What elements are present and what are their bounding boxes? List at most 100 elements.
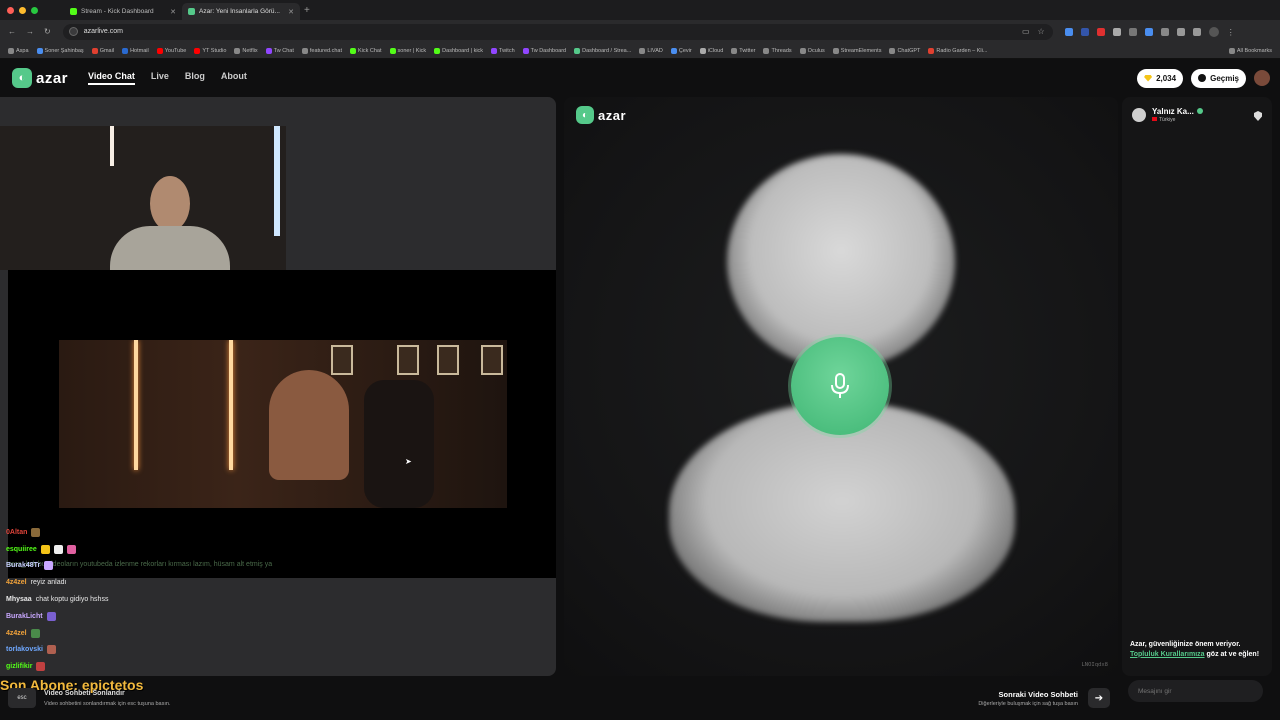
bookmark-item[interactable]: Twitter <box>731 47 755 54</box>
address-bar[interactable]: azarlive.com ▭ ☆ <box>62 23 1053 40</box>
logo-text: azar <box>36 69 69 87</box>
extension-icon[interactable] <box>1128 27 1137 36</box>
nav-about[interactable]: About <box>221 71 247 85</box>
extension-icon[interactable] <box>1080 27 1089 36</box>
close-window-icon[interactable] <box>7 6 14 14</box>
esc-key-button[interactable]: esc <box>8 688 36 708</box>
video-frame: ➤ <box>59 340 507 508</box>
kick-icon <box>70 8 77 15</box>
bookmark-item[interactable]: Dashboard | kick <box>434 47 483 54</box>
avatar-placeholder-body <box>669 402 1015 622</box>
url-text: azarlive.com <box>83 28 123 35</box>
peer-name: Yalnız Ka... <box>1152 107 1194 116</box>
bookmark-item[interactable]: LIVAD <box>639 47 663 54</box>
puzzle-icon[interactable] <box>1192 27 1201 36</box>
bookmark-star-icon[interactable]: ☆ <box>1038 27 1045 36</box>
close-tab-icon[interactable]: ✕ <box>288 8 294 16</box>
browser-toolbar: ← → ↻ azarlive.com ▭ ☆ ⋮ <box>0 20 1280 43</box>
reload-icon[interactable]: ↻ <box>44 27 51 36</box>
bookmark-item[interactable]: iCloud <box>699 47 723 54</box>
emote-icon <box>46 611 56 621</box>
back-icon[interactable]: ← <box>8 27 16 36</box>
close-tab-icon[interactable]: ✕ <box>170 8 176 16</box>
gems-button[interactable]: 2,034 <box>1137 68 1184 88</box>
window-controls[interactable] <box>7 6 38 14</box>
tab-title: Stream - Kick Dashboard <box>81 8 154 15</box>
bookmarks-bar: Aspa Soner Şahinbaş Gmail Hotmail YouTub… <box>0 43 1280 59</box>
extension-icon[interactable] <box>1160 27 1169 36</box>
bookmark-item[interactable]: Radio Garden – Kli... <box>928 47 987 54</box>
bookmark-item[interactable]: Soner Şahinbaş <box>36 47 84 54</box>
nav-blog[interactable]: Blog <box>185 71 205 85</box>
minimize-window-icon[interactable] <box>19 6 26 14</box>
bookmark-item[interactable]: soner | Kick <box>389 47 426 54</box>
bookmark-item[interactable]: Tw Chat <box>265 47 294 54</box>
bookmark-item[interactable]: Kick Chat <box>349 47 382 54</box>
emote-icon <box>36 662 46 672</box>
bookmark-item[interactable]: Hotmail <box>122 47 149 54</box>
maximize-window-icon[interactable] <box>31 6 38 14</box>
tab-title: Azar: Yeni İnsanlarla Görü... <box>199 8 280 15</box>
profile-avatar[interactable] <box>1208 26 1219 37</box>
chat-sidebar: Yalnız Ka... Türkiye Azar, güvenliğinize… <box>1122 97 1272 676</box>
end-chat-hint: Video sohbetini sonlandırmak için esc tu… <box>44 701 171 707</box>
nav-video-chat[interactable]: Video Chat <box>88 71 135 85</box>
translate-icon[interactable] <box>1144 27 1153 36</box>
tab-kick-dashboard[interactable]: Stream - Kick Dashboard ✕ <box>64 3 182 20</box>
arrow-right-icon: ➔ <box>1094 692 1104 704</box>
bookmark-item[interactable]: Tw Dashboard <box>522 47 566 54</box>
microphone-button[interactable] <box>791 337 889 435</box>
emote-icon <box>53 544 63 554</box>
bookmark-item[interactable]: Dashboard / Strea... <box>574 47 631 54</box>
bookmark-item[interactable]: YT Studio <box>194 47 226 54</box>
bookmark-item[interactable]: Aspa <box>8 47 29 54</box>
forward-icon[interactable]: → <box>26 27 34 36</box>
stream-chat-overlay: 0Altan esquiiree Burak48Tr 4z4zel reyiz a… <box>0 524 300 675</box>
report-shield-icon[interactable] <box>1254 111 1262 121</box>
emote-icon <box>46 645 56 655</box>
mouse-cursor-icon: ➤ <box>405 457 412 466</box>
chat-message: 4z4zel <box>0 625 300 642</box>
bookmark-item[interactable]: StreamElements <box>832 47 881 54</box>
bookmark-item[interactable]: Çevir <box>670 47 692 54</box>
message-input[interactable] <box>1128 680 1263 702</box>
stage-logo: ◐ azar <box>576 106 626 124</box>
user-avatar[interactable] <box>1254 70 1270 86</box>
history-button[interactable]: Geçmiş <box>1191 68 1246 88</box>
tab-azar[interactable]: Azar: Yeni İnsanlarla Görü... ✕ <box>182 3 300 20</box>
bookmark-item[interactable]: Oculus <box>799 47 825 54</box>
cast-icon[interactable]: ▭ <box>1022 27 1030 36</box>
all-bookmarks[interactable]: All Bookmarks <box>1228 47 1272 54</box>
bookmark-item[interactable]: Threads <box>763 47 792 54</box>
extension-icon[interactable] <box>1096 27 1105 36</box>
bookmark-item[interactable]: YouTube <box>156 47 186 54</box>
extension-icon[interactable] <box>1064 27 1073 36</box>
site-info-icon[interactable] <box>68 27 78 36</box>
clock-icon <box>1198 74 1207 82</box>
peer-country: Türkiye <box>1159 117 1176 123</box>
next-chat-button[interactable]: ➔ <box>1088 688 1110 708</box>
nav-live[interactable]: Live <box>151 71 169 85</box>
emote-icon <box>31 527 41 537</box>
menu-icon[interactable]: ⋮ <box>1227 28 1235 37</box>
verified-icon <box>1196 108 1203 114</box>
new-tab-icon[interactable]: + <box>304 5 310 16</box>
session-id: LNOIqdx8 <box>1081 662 1109 668</box>
community-guidelines-link[interactable]: Topluluk Kurallarımıza <box>1130 651 1205 658</box>
bookmark-item[interactable]: Netflix <box>234 47 258 54</box>
azar-icon <box>188 8 195 15</box>
browser-tabbar: Stream - Kick Dashboard ✕ Azar: Yeni İns… <box>0 0 1280 20</box>
bookmark-item[interactable]: Gmail <box>91 47 114 54</box>
extension-icon[interactable] <box>1112 27 1121 36</box>
peer-info[interactable]: Yalnız Ka... Türkiye <box>1132 107 1203 123</box>
chat-message: Mhysaa chat koptu gidiyo hshss <box>6 596 109 604</box>
bookmark-item[interactable]: ChatGPT <box>889 47 920 54</box>
azar-logo[interactable]: ◐ azar <box>12 68 68 88</box>
gems-count: 2,034 <box>1156 73 1177 83</box>
next-chat-title: Sonraki Video Sohbeti <box>998 690 1078 699</box>
bookmark-item[interactable]: Twitch <box>491 47 515 54</box>
azar-logo-icon: ◐ <box>12 68 32 88</box>
extension-icon[interactable] <box>1176 27 1185 36</box>
bookmark-item[interactable]: featured.chat <box>301 47 342 54</box>
partner-video-stage: ◐ azar LNOIqdx8 <box>564 97 1118 676</box>
